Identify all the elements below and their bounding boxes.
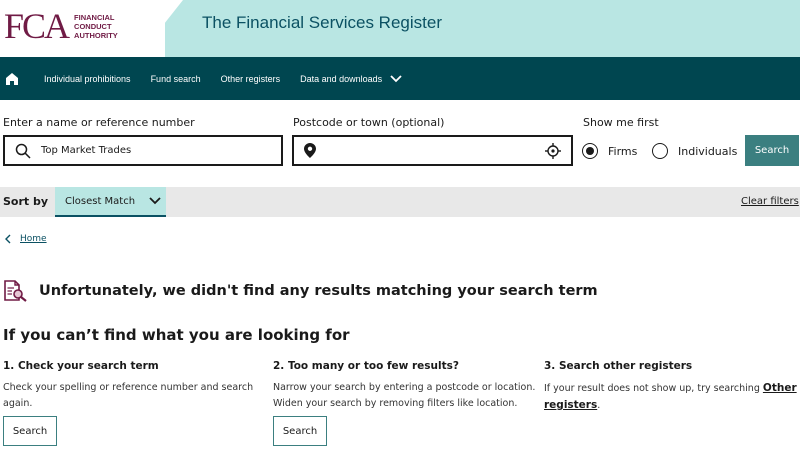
nav-fund-search[interactable]: Fund search: [151, 74, 201, 84]
help-col-1-title: 1. Check your search term: [3, 360, 159, 372]
name-search-input[interactable]: Top Market Trades: [3, 135, 283, 166]
logo-text: FINANCIAL CONDUCT AUTHORITY: [74, 12, 118, 40]
search-icon: [15, 143, 31, 159]
postcode-label: Postcode or town (optional): [293, 116, 445, 129]
help-col-2-search-button[interactable]: Search: [273, 416, 327, 446]
page-title: The Financial Services Register: [202, 13, 442, 32]
help-col-3-text: If your result does not show up, try sea…: [544, 382, 797, 411]
nav-individual-prohibitions[interactable]: Individual prohibitions: [44, 74, 131, 84]
help-col-1-text: Check your spelling or reference number …: [3, 382, 254, 409]
locate-me-icon[interactable]: [545, 142, 561, 159]
sort-select[interactable]: Closest Match: [55, 187, 166, 217]
sort-bar: Sort by Closest Match: [0, 187, 800, 217]
logo-letters: FCA: [4, 6, 70, 46]
name-label: Enter a name or reference number: [3, 116, 195, 129]
radio-firms[interactable]: [582, 143, 598, 159]
main-nav: Individual prohibitions Fund search Othe…: [0, 57, 800, 100]
help-col-2-text: Narrow your search by entering a postcod…: [273, 382, 536, 409]
nav-data-and-downloads[interactable]: Data and downloads: [300, 74, 402, 84]
sort-by-label: Sort by: [3, 195, 49, 208]
help-col-3-title: 3. Search other registers: [544, 360, 693, 372]
sort-selected-value: Closest Match: [65, 195, 136, 207]
postcode-input[interactable]: [292, 135, 573, 166]
location-pin-icon: [304, 143, 316, 158]
chevron-down-icon: [390, 74, 402, 82]
document-search-icon: [4, 280, 28, 306]
home-icon[interactable]: [0, 57, 24, 100]
help-heading: If you can’t find what you are looking f…: [3, 326, 350, 344]
clear-filters-link[interactable]: Clear filters: [741, 196, 799, 207]
radio-individuals-label[interactable]: Individuals: [678, 145, 737, 158]
show-first-label: Show me first: [583, 116, 659, 129]
breadcrumb-home-link[interactable]: Home: [20, 234, 47, 244]
site-header: FCA FINANCIAL CONDUCT AUTHORITY The Fina…: [0, 0, 800, 57]
name-input-value: Top Market Trades: [41, 145, 132, 156]
chevron-down-icon: [149, 197, 161, 205]
no-results-message: Unfortunately, we didn't find any result…: [39, 283, 598, 299]
radio-firms-label[interactable]: Firms: [608, 145, 637, 158]
search-button[interactable]: Search: [745, 135, 799, 166]
nav-other-registers[interactable]: Other registers: [221, 74, 281, 84]
help-col-1-search-button[interactable]: Search: [3, 416, 57, 446]
radio-individuals[interactable]: [652, 143, 668, 159]
help-col-2-title: 2. Too many or too few results?: [273, 360, 459, 372]
chevron-left-icon: [5, 234, 11, 244]
breadcrumb: Home: [5, 234, 47, 244]
fca-logo[interactable]: FCA FINANCIAL CONDUCT AUTHORITY: [4, 8, 118, 44]
